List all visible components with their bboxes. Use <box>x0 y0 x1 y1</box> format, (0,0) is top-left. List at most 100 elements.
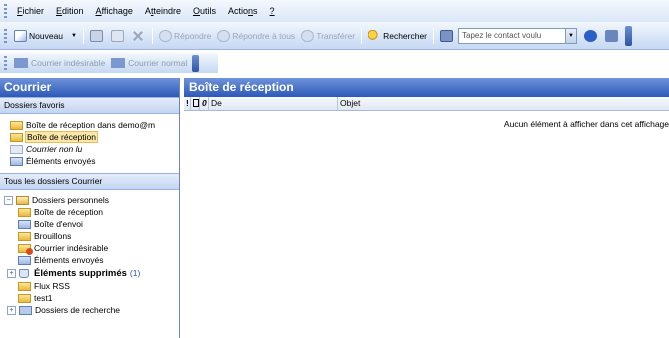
mark-junk-label: Courrier indésirable <box>31 58 106 68</box>
expand-icon[interactable]: + <box>7 305 16 315</box>
favorite-item[interactable]: Courrier non lu <box>10 143 179 155</box>
send-receive-icon <box>605 29 619 42</box>
toolbar-separator <box>82 27 84 44</box>
folder-title: Boîte de réception <box>184 78 669 97</box>
menu-fichier[interactable]: Fichier <box>11 3 50 19</box>
reply-all-button-label: Répondre à tous <box>232 30 296 41</box>
tree-item[interactable]: Brouillons <box>4 230 179 242</box>
reply-icon <box>158 29 172 42</box>
paperclip-icon: 0 <box>202 97 207 108</box>
normal-mail-icon <box>111 58 126 68</box>
from-column[interactable]: De <box>209 96 338 111</box>
tree-item-label: Brouillons <box>34 231 72 241</box>
sent-folder-icon <box>18 255 31 265</box>
new-button[interactable]: Nouveau <box>11 26 66 46</box>
favorite-item[interactable]: Boîte de réception dans demo@m <box>10 119 179 131</box>
expand-icon[interactable]: + <box>7 268 16 278</box>
empty-list-message: Aucun élément à afficher dans cet affich… <box>503 119 669 129</box>
column-header-row: ! 0 De Objet <box>184 96 669 111</box>
document-icon <box>193 98 199 107</box>
menu-affichage[interactable]: Affichage <box>90 3 139 19</box>
tree-item[interactable]: Flux RSS <box>4 280 179 292</box>
unread-count: (1) <box>129 268 141 278</box>
menu-actions[interactable]: Actions <box>222 3 264 19</box>
menu-edition[interactable]: Edition <box>50 3 90 19</box>
mark-not-junk-button[interactable]: Courrier normal <box>108 58 190 68</box>
tree-item-search-folders[interactable]: + Dossiers de recherche <box>4 304 179 316</box>
reply-button[interactable]: Répondre <box>156 26 214 46</box>
tree-item[interactable]: Boîte d'envoi <box>4 218 179 230</box>
favorite-item[interactable]: Éléments envoyés <box>10 155 179 167</box>
mark-junk-button[interactable]: Courrier indésirable <box>11 58 108 68</box>
trash-icon <box>19 268 29 278</box>
subject-column[interactable]: Objet <box>338 97 669 111</box>
move-folder-icon <box>110 29 124 42</box>
attachment-column[interactable]: 0 <box>200 96 209 111</box>
favorite-label: Boîte de réception dans demo@m <box>26 120 156 130</box>
print-icon <box>89 29 103 42</box>
help-button[interactable] <box>581 26 602 46</box>
tree-item[interactable]: Boîte de réception <box>4 206 179 218</box>
search-button[interactable]: Rechercher <box>365 26 430 46</box>
delete-icon <box>132 30 144 42</box>
reply-all-button[interactable]: Répondre à tous <box>214 26 298 46</box>
tree-item[interactable]: Courrier indésirable <box>4 242 179 255</box>
favorite-label: Courrier non lu <box>26 144 83 154</box>
favorites-list: Boîte de réception dans demo@m Boîte de … <box>0 114 179 173</box>
collapse-icon[interactable]: − <box>4 195 13 205</box>
forward-button-label: Transférer <box>316 30 356 41</box>
toolbar-options-button[interactable] <box>625 25 633 46</box>
menu-bar: Fichier Edition Affichage Atteindre Outi… <box>0 0 669 22</box>
new-dropdown-button[interactable]: ▼ <box>66 26 80 46</box>
reply-all-icon <box>217 29 231 42</box>
tree-item[interactable]: test1 <box>4 292 179 304</box>
search-folder-icon <box>19 305 32 315</box>
toolbar-grip[interactable] <box>4 28 7 43</box>
tree-item-deleted[interactable]: + Éléments supprimés (1) <box>4 266 179 280</box>
find-icon <box>368 29 382 42</box>
favorite-label: Éléments envoyés <box>26 156 96 166</box>
standard-toolbar: Nouveau ▼ Répondre Répondre à tous Trans… <box>0 22 669 50</box>
all-folders-header[interactable]: Tous les dossiers Courrier <box>0 173 179 190</box>
tree-item-label: Flux RSS <box>34 281 70 291</box>
delete-button[interactable] <box>129 26 149 46</box>
toolbar-options-button[interactable] <box>192 54 200 72</box>
chevron-down-icon: ▼ <box>568 32 574 39</box>
nav-pane-title: Courrier <box>0 78 179 97</box>
folder-tree: − Dossiers personnels Boîte de réception… <box>0 190 179 316</box>
inbox-folder-icon <box>10 132 23 142</box>
junk-folder-icon <box>18 243 33 255</box>
tree-root[interactable]: − Dossiers personnels <box>4 194 179 206</box>
forward-button[interactable]: Transférer <box>298 26 358 46</box>
find-contact-dropdown[interactable]: ▼ <box>566 27 578 44</box>
importance-column[interactable]: ! <box>184 96 191 111</box>
toolbar-grip[interactable] <box>4 56 7 70</box>
menu-help[interactable]: ? <box>264 3 281 19</box>
favorite-item-selected[interactable]: Boîte de réception <box>10 131 179 143</box>
navigation-pane: Courrier Dossiers favoris Boîte de récep… <box>0 78 180 338</box>
find-contact-input[interactable]: Tapez le contact voulu <box>458 27 567 44</box>
send-receive-button[interactable] <box>602 26 623 46</box>
toolbar-separator <box>361 27 363 44</box>
junk-toolbar-row: Courrier indésirable Courrier normal <box>0 50 669 75</box>
menu-grip[interactable] <box>4 4 7 18</box>
tree-item-label: Boîte d'envoi <box>34 219 83 229</box>
address-book-icon <box>440 29 454 42</box>
junk-toolbar: Courrier indésirable Courrier normal <box>0 53 218 73</box>
drafts-folder-icon <box>18 231 31 241</box>
favorite-label: Boîte de réception <box>25 131 98 143</box>
menu-outils[interactable]: Outils <box>187 3 222 19</box>
icon-column[interactable] <box>191 96 200 111</box>
print-button[interactable] <box>87 26 108 46</box>
help-icon <box>584 29 598 42</box>
menu-atteindre[interactable]: Atteindre <box>139 3 187 19</box>
tree-item-label: test1 <box>34 293 53 303</box>
inbox-folder-icon <box>10 120 23 130</box>
move-to-folder-button[interactable] <box>108 26 129 46</box>
forward-icon <box>301 29 315 42</box>
tree-item[interactable]: Éléments envoyés <box>4 254 179 266</box>
favorites-header[interactable]: Dossiers favoris <box>0 97 179 114</box>
toolbar-separator <box>151 27 153 44</box>
personal-folders-icon <box>16 195 29 205</box>
address-book-button[interactable] <box>437 26 458 46</box>
